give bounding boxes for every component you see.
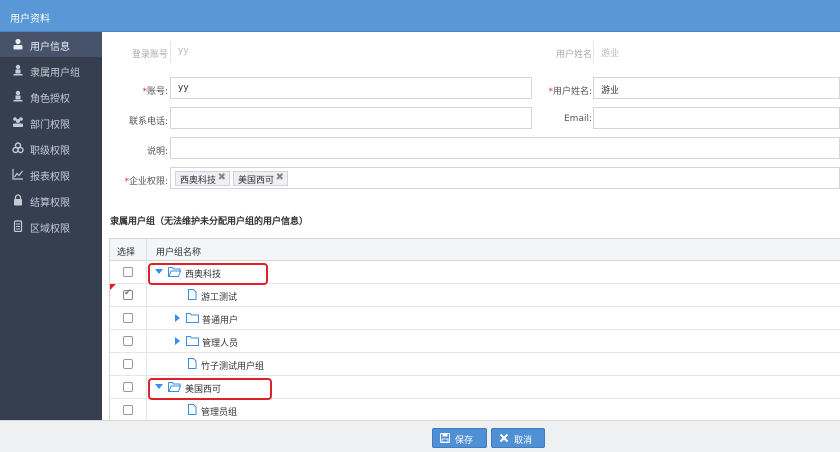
table-row[interactable]: 管理人员: [110, 330, 840, 353]
email-label: Email:: [563, 114, 592, 124]
account-label: *账号:: [142, 87, 168, 97]
group-name: 游工测试: [201, 293, 238, 303]
caret-right-icon[interactable]: [175, 314, 180, 322]
column-header-group-name: 用户组名称: [156, 248, 202, 258]
sidebar-item-label: 部门权限: [30, 120, 70, 131]
role-icon: [13, 90, 23, 102]
sidebar-item-region[interactable]: 区域权限: [0, 214, 102, 239]
cancel-button[interactable]: 取消: [491, 428, 545, 448]
sidebar-item-rank[interactable]: 职级权限: [0, 136, 102, 161]
user-icon: [13, 38, 23, 50]
folder-icon: [186, 313, 199, 323]
lock-icon: [14, 194, 22, 206]
folder-icon: [186, 336, 199, 346]
phone-input[interactable]: [170, 107, 532, 129]
sidebar-item-label: 角色授权: [30, 94, 70, 105]
dirty-marker: [110, 284, 116, 290]
phone-label: 联系电话:: [128, 117, 168, 127]
sidebar-item-label: 区域权限: [30, 224, 70, 235]
account-value: yy: [178, 83, 189, 93]
file-icon: [188, 289, 197, 300]
tag-remove-icon[interactable]: ✖: [218, 172, 226, 183]
user-name-value: 游业: [601, 86, 620, 96]
row-checkbox[interactable]: [123, 336, 133, 346]
company-permission-tag-input[interactable]: 西奥科技 ✖ 美国西可 ✖: [170, 167, 840, 189]
sidebar-item-label: 报表权限: [30, 172, 70, 183]
sidebar-item-report[interactable]: 报表权限: [0, 162, 102, 187]
group-name: 普通用户: [202, 316, 239, 326]
group-name: 竹子测试用户组: [201, 362, 265, 372]
sidebar-item-label: 隶属用户组: [30, 68, 80, 79]
company-permission-label: *企业权限:: [124, 177, 168, 187]
highlight-box: [148, 263, 268, 285]
table-row[interactable]: 管理员组: [110, 399, 840, 420]
save-button[interactable]: 保存: [432, 428, 487, 448]
login-account-field: yy: [170, 41, 530, 63]
sidebar-item-label: 结算权限: [30, 198, 70, 209]
sidebar-item-label: 用户信息: [30, 42, 70, 53]
sidebar-item-role[interactable]: 角色授权: [0, 84, 102, 109]
description-input[interactable]: [170, 137, 840, 159]
column-header-select: 选择: [117, 248, 136, 258]
table-row[interactable]: 竹子测试用户组: [110, 353, 840, 376]
save-icon: [440, 433, 450, 443]
caret-right-icon[interactable]: [175, 337, 180, 345]
row-checkbox[interactable]: [123, 313, 133, 323]
row-checkbox[interactable]: [123, 405, 133, 415]
sidebar-item-label: 职级权限: [30, 146, 70, 157]
account-input[interactable]: yy: [170, 77, 532, 99]
user-name-top-field: 游业: [593, 41, 840, 63]
sidebar-nav: 用户信息 隶属用户组 角色授权 部门权限 职级权限 报表权限 结算权限 区域权限: [0, 32, 102, 420]
row-checkbox[interactable]: [123, 382, 133, 392]
table-row[interactable]: 普通用户: [110, 307, 840, 330]
tag-remove-icon[interactable]: ✖: [276, 172, 284, 183]
company-tag: 西奥科技 ✖: [175, 171, 230, 186]
main-panel: 登录账号 yy 用户姓名 游业 *账号: yy *用户姓名: 游业 联系电话: …: [102, 32, 840, 420]
group-section-title: 隶属用户组（无法维护未分配用户组的用户信息）: [110, 217, 309, 227]
group-name: 管理员组: [201, 408, 238, 418]
group-name: 管理人员: [202, 339, 239, 349]
user-name-top-value: 游业: [601, 49, 620, 59]
highlight-box: [148, 378, 272, 400]
rank-icon: [12, 142, 24, 154]
description-label: 说明:: [146, 147, 168, 157]
sidebar-item-user-group[interactable]: 隶属用户组: [0, 58, 102, 83]
table-row[interactable]: 游工测试: [110, 284, 840, 307]
user-group-grid: 选择 用户组名称 西奥科技 游工测试 普通用户 管理人员: [109, 238, 840, 420]
window-titlebar: 用户资料: [0, 0, 840, 32]
user-name-top-label: 用户姓名: [555, 50, 592, 60]
chart-icon: [12, 169, 23, 180]
sidebar-item-department[interactable]: 部门权限: [0, 110, 102, 135]
row-checkbox[interactable]: [123, 359, 133, 369]
user-group-icon: [13, 64, 23, 76]
grid-header: 选择 用户组名称: [110, 239, 840, 261]
user-name-input[interactable]: 游业: [593, 77, 840, 99]
footer-bar: 保存 取消: [0, 420, 840, 452]
row-checkbox[interactable]: [123, 288, 133, 300]
region-icon: [13, 220, 23, 232]
company-tag: 美国西可 ✖: [233, 171, 288, 186]
sidebar-item-settlement[interactable]: 结算权限: [0, 188, 102, 213]
window-title: 用户资料: [10, 14, 50, 25]
login-account-value: yy: [178, 46, 189, 56]
login-account-label: 登录账号: [131, 50, 168, 60]
file-icon: [188, 358, 197, 369]
row-checkbox[interactable]: [123, 267, 133, 277]
close-icon: [499, 433, 509, 443]
department-icon: [13, 117, 23, 127]
user-name-label: *用户姓名:: [548, 87, 592, 97]
file-icon: [188, 404, 197, 415]
email-input[interactable]: [593, 107, 840, 129]
sidebar-item-user-info[interactable]: 用户信息: [0, 32, 102, 57]
